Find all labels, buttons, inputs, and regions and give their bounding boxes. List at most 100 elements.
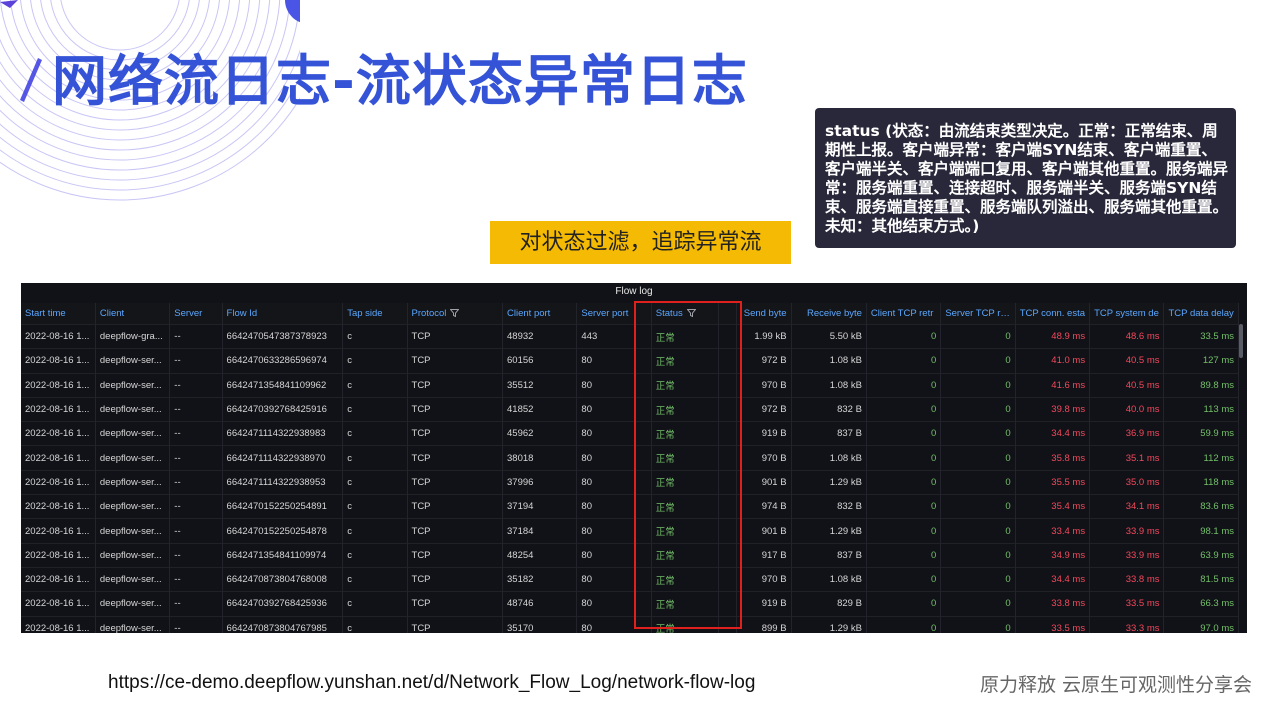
cell-receive-byte: 1.08 kB bbox=[791, 348, 867, 374]
col-status[interactable]: Status bbox=[651, 303, 720, 325]
cell-server: -- bbox=[169, 445, 223, 471]
slide-title: 网络流日志-流状态异常日志 bbox=[52, 49, 748, 113]
cell-tcp-data-delay: 97.0 ms bbox=[1163, 615, 1239, 633]
table-row[interactable]: 2022-08-16 1... deepflow-ser... -- 66424711… bbox=[21, 421, 1239, 446]
cell-client: deepflow-ser... bbox=[95, 615, 171, 633]
cell-send-byte: 970 B bbox=[736, 566, 792, 592]
cell-tcp-conn-esta: 34.4 ms bbox=[1015, 566, 1091, 592]
table-row[interactable]: 2022-08-16 1... deepflow-gra... -- 66424705… bbox=[21, 323, 1239, 349]
cell-client: deepflow-ser... bbox=[95, 494, 171, 519]
cell-empty bbox=[718, 494, 738, 519]
cell-client-port: 48932 bbox=[502, 323, 578, 349]
cell-server-port: 80 bbox=[576, 566, 652, 592]
cell-receive-byte: 5.50 kB bbox=[791, 323, 867, 349]
table-row[interactable]: 2022-08-16 1... deepflow-ser... -- 66424708… bbox=[21, 566, 1239, 592]
table-row[interactable]: 2022-08-16 1... deepflow-ser... -- 66424708… bbox=[21, 615, 1239, 633]
cell-server-tcp-retr: 0 bbox=[940, 396, 1016, 422]
cell-tap-side: c bbox=[342, 542, 408, 568]
cell-start-time: 2022-08-16 1... bbox=[21, 323, 96, 349]
cell-flow-id: 6642471354841109974 bbox=[222, 542, 344, 568]
col-server-tcp-retr[interactable]: Server TCP retr bbox=[940, 303, 1016, 325]
filter-icon[interactable] bbox=[450, 309, 460, 318]
cell-tap-side: c bbox=[342, 348, 408, 374]
col-send-byte[interactable]: Send byte bbox=[736, 303, 792, 325]
cell-tcp-conn-esta: 39.8 ms bbox=[1015, 396, 1091, 422]
cell-protocol: TCP bbox=[407, 348, 504, 374]
table-row[interactable]: 2022-08-16 1... deepflow-ser... -- 66424713… bbox=[21, 372, 1239, 398]
cell-server-port: 80 bbox=[576, 542, 652, 568]
table-row[interactable]: 2022-08-16 1... deepflow-ser... -- 66424703… bbox=[21, 591, 1239, 617]
col-client[interactable]: Client bbox=[95, 303, 171, 325]
cell-client-tcp-retr: 0 bbox=[866, 323, 942, 349]
col-flow-id[interactable]: Flow Id bbox=[222, 303, 344, 325]
cell-tcp-data-delay: 59.9 ms bbox=[1163, 421, 1239, 446]
cell-server: -- bbox=[169, 615, 223, 633]
cell-send-byte: 919 B bbox=[736, 591, 792, 617]
cell-server: -- bbox=[169, 421, 223, 446]
table-row[interactable]: 2022-08-16 1... deepflow-ser... -- 66424701… bbox=[21, 518, 1239, 544]
cell-tcp-conn-esta: 41.6 ms bbox=[1015, 372, 1091, 398]
tooltip-text: status (状态：由流结束类型决定。正常：正常结束、周期性上报。客户端异常：… bbox=[825, 122, 1229, 235]
col-receive-byte[interactable]: Receive byte bbox=[791, 303, 867, 325]
table-row[interactable]: 2022-08-16 1... deepflow-ser... -- 66424711… bbox=[21, 445, 1239, 471]
cell-start-time: 2022-08-16 1... bbox=[21, 591, 96, 617]
col-tap-side[interactable]: Tap side bbox=[342, 303, 408, 325]
cell-empty bbox=[718, 542, 738, 568]
flow-log-table: Start time Client Server Flow Id Tap sid… bbox=[21, 303, 1239, 633]
cell-receive-byte: 1.08 kB bbox=[791, 445, 867, 471]
cell-flow-id: 6642470873804768008 bbox=[222, 566, 344, 592]
cell-server-tcp-retr: 0 bbox=[940, 494, 1016, 519]
table-row[interactable]: 2022-08-16 1... deepflow-ser... -- 66424703… bbox=[21, 396, 1239, 422]
table-scrollbar[interactable] bbox=[1239, 324, 1243, 358]
cell-send-byte: 1.99 kB bbox=[736, 323, 792, 349]
cell-protocol: TCP bbox=[407, 396, 504, 422]
cell-tap-side: c bbox=[342, 494, 408, 519]
cell-empty bbox=[718, 396, 738, 422]
cell-receive-byte: 1.29 kB bbox=[791, 518, 867, 544]
cell-server-port: 80 bbox=[576, 421, 652, 446]
cell-tcp-data-delay: 81.5 ms bbox=[1163, 566, 1239, 592]
cell-receive-byte: 1.29 kB bbox=[791, 615, 867, 633]
filter-icon[interactable] bbox=[686, 309, 696, 318]
col-client-tcp-retr[interactable]: Client TCP retr bbox=[866, 303, 942, 325]
cell-client-tcp-retr: 0 bbox=[866, 396, 942, 422]
cell-receive-byte: 1.08 kB bbox=[791, 372, 867, 398]
cell-empty bbox=[718, 372, 738, 398]
table-row[interactable]: 2022-08-16 1... deepflow-ser... -- 66424701… bbox=[21, 494, 1239, 519]
cell-client-port: 38018 bbox=[502, 445, 578, 471]
cell-status: 正常 bbox=[651, 372, 720, 398]
cell-tcp-system-de: 33.9 ms bbox=[1089, 542, 1165, 568]
col-tcp-conn-esta[interactable]: TCP conn. esta bbox=[1015, 303, 1091, 325]
cell-tcp-system-de: 35.1 ms bbox=[1089, 445, 1165, 471]
col-server-port[interactable]: Server port bbox=[576, 303, 652, 325]
col-tcp-data-delay[interactable]: TCP data delay bbox=[1163, 303, 1239, 325]
cell-client: deepflow-ser... bbox=[95, 445, 171, 471]
cell-protocol: TCP bbox=[407, 591, 504, 617]
cell-tcp-conn-esta: 48.9 ms bbox=[1015, 323, 1091, 349]
cell-send-byte: 901 B bbox=[736, 469, 792, 495]
cell-client: deepflow-ser... bbox=[95, 591, 171, 617]
col-start-time[interactable]: Start time bbox=[21, 303, 96, 325]
cell-server: -- bbox=[169, 494, 223, 519]
cell-empty bbox=[718, 615, 738, 633]
col-server[interactable]: Server bbox=[169, 303, 223, 325]
cell-server-port: 80 bbox=[576, 396, 652, 422]
table-row[interactable]: 2022-08-16 1... deepflow-ser... -- 66424706… bbox=[21, 348, 1239, 374]
flow-log-panel: Flow log Start time Client Server Flow I… bbox=[21, 283, 1247, 633]
cell-flow-id: 6642471114322938970 bbox=[222, 445, 344, 471]
col-protocol[interactable]: Protocol bbox=[407, 303, 504, 325]
cell-server: -- bbox=[169, 396, 223, 422]
cell-start-time: 2022-08-16 1... bbox=[21, 615, 96, 633]
cell-client-tcp-retr: 0 bbox=[866, 372, 942, 398]
cell-server: -- bbox=[169, 518, 223, 544]
col-client-port[interactable]: Client port bbox=[502, 303, 578, 325]
cell-tcp-system-de: 35.0 ms bbox=[1089, 469, 1165, 495]
cell-send-byte: 972 B bbox=[736, 348, 792, 374]
table-row[interactable]: 2022-08-16 1... deepflow-ser... -- 66424713… bbox=[21, 542, 1239, 568]
cell-server-port: 80 bbox=[576, 445, 652, 471]
cell-empty bbox=[718, 566, 738, 592]
cell-empty bbox=[718, 469, 738, 495]
table-row[interactable]: 2022-08-16 1... deepflow-ser... -- 66424711… bbox=[21, 469, 1239, 495]
col-tcp-system-de[interactable]: TCP system de bbox=[1089, 303, 1165, 325]
cell-client-port: 35170 bbox=[502, 615, 578, 633]
